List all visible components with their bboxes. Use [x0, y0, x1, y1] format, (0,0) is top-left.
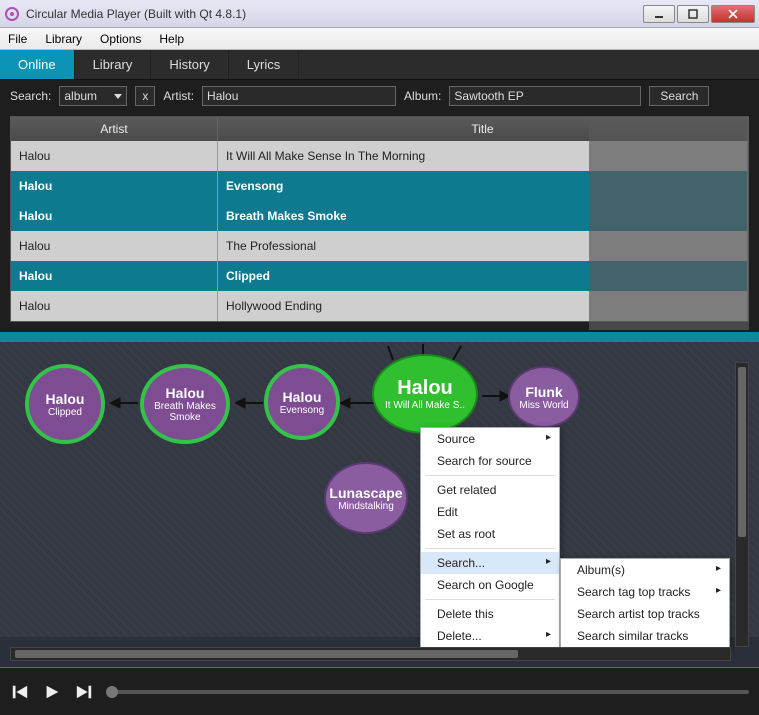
cell-artist: Halou [11, 141, 218, 171]
node-root[interactable]: Halou It Will All Make S.. [372, 354, 478, 434]
horizontal-scrollbar[interactable] [10, 647, 731, 661]
cell-artist: Halou [11, 171, 218, 201]
close-button[interactable] [711, 5, 755, 23]
arrow-icon [235, 397, 265, 409]
scrollbar-thumb[interactable] [15, 650, 518, 658]
play-button[interactable] [42, 682, 62, 702]
node-track: Evensong [280, 405, 324, 416]
tab-online[interactable]: Online [0, 50, 75, 79]
context-item[interactable]: Search for source [421, 450, 559, 472]
search-button[interactable]: Search [649, 86, 709, 106]
cell-artist: Halou [11, 291, 218, 321]
tab-history[interactable]: History [151, 50, 228, 79]
context-item[interactable]: Search artist top tracks [561, 603, 729, 625]
node-track: Miss World [519, 400, 568, 411]
artist-label: Artist: [163, 89, 194, 103]
node-artist: Halou [46, 391, 85, 407]
context-item[interactable]: Get related [421, 479, 559, 501]
arrow-icon [110, 397, 140, 409]
node-artist: Lunascape [329, 485, 402, 501]
context-submenu[interactable]: Album(s)Search tag top tracksSearch arti… [560, 558, 730, 648]
node-artist: Halou [166, 385, 205, 401]
context-item[interactable]: Delete this [421, 603, 559, 625]
node-artist: Halou [283, 389, 322, 405]
context-item[interactable]: Delete... [421, 625, 559, 647]
menu-file[interactable]: File [8, 32, 27, 46]
context-item[interactable]: Album(s) [561, 559, 729, 581]
node-related[interactable]: Halou Breath Makes Smoke [140, 364, 230, 444]
context-item[interactable]: Source [421, 428, 559, 450]
seek-slider[interactable] [106, 690, 749, 694]
scrollbar-thumb[interactable] [738, 367, 746, 537]
titlebar: Circular Media Player (Built with Qt 4.8… [0, 0, 759, 28]
node-related[interactable]: Halou Clipped [25, 364, 105, 444]
node-similar[interactable]: Lunascape Mindstalking [324, 462, 408, 534]
cell-artist: Halou [11, 201, 218, 231]
search-clear-button[interactable]: x [135, 86, 155, 106]
arrow-icon [480, 390, 510, 402]
context-menu[interactable]: SourceSearch for sourceGet relatedEditSe… [420, 427, 560, 648]
album-input[interactable] [449, 86, 641, 106]
seek-thumb[interactable] [106, 686, 118, 698]
cell-artist: Halou [11, 231, 218, 261]
tab-library[interactable]: Library [75, 50, 152, 79]
node-track: It Will All Make S.. [385, 400, 465, 411]
table-sidebar [589, 118, 749, 330]
search-row: Search: album x Artist: Album: Search [0, 80, 759, 112]
app-icon [4, 6, 20, 22]
vertical-scrollbar[interactable] [735, 362, 749, 647]
node-track: Mindstalking [338, 501, 394, 512]
context-item[interactable]: Edit [421, 501, 559, 523]
divider [0, 332, 759, 342]
search-mode-select[interactable]: album [59, 86, 127, 106]
playback-bar [0, 667, 759, 715]
menu-options[interactable]: Options [100, 32, 141, 46]
node-related[interactable]: Halou Evensong [264, 364, 340, 440]
node-artist: Halou [397, 377, 453, 400]
col-artist[interactable]: Artist [11, 117, 218, 141]
menu-library[interactable]: Library [45, 32, 82, 46]
search-label: Search: [10, 89, 51, 103]
relation-graph[interactable]: Halou Clipped Halou Breath Makes Smoke H… [0, 342, 759, 637]
context-item[interactable]: Search... [421, 552, 559, 574]
context-item[interactable]: Search tag top tracks [561, 581, 729, 603]
menu-help[interactable]: Help [159, 32, 184, 46]
artist-input[interactable] [202, 86, 396, 106]
cell-artist: Halou [11, 261, 218, 291]
node-artist: Flunk [525, 384, 562, 400]
node-track: Breath Makes Smoke [144, 401, 226, 423]
window-title: Circular Media Player (Built with Qt 4.8… [26, 7, 643, 21]
context-item[interactable]: Set as root [421, 523, 559, 545]
node-similar[interactable]: Flunk Miss World [508, 366, 580, 428]
tab-lyrics[interactable]: Lyrics [229, 50, 299, 79]
tabbar: Online Library History Lyrics [0, 50, 759, 80]
node-track: Clipped [48, 407, 82, 418]
menubar: File Library Options Help [0, 28, 759, 50]
context-item[interactable]: Search similar tracks [561, 625, 729, 647]
prev-button[interactable] [10, 682, 30, 702]
maximize-button[interactable] [677, 5, 709, 23]
album-label: Album: [404, 89, 441, 103]
minimize-button[interactable] [643, 5, 675, 23]
next-button[interactable] [74, 682, 94, 702]
context-item[interactable]: Search on Google [421, 574, 559, 596]
